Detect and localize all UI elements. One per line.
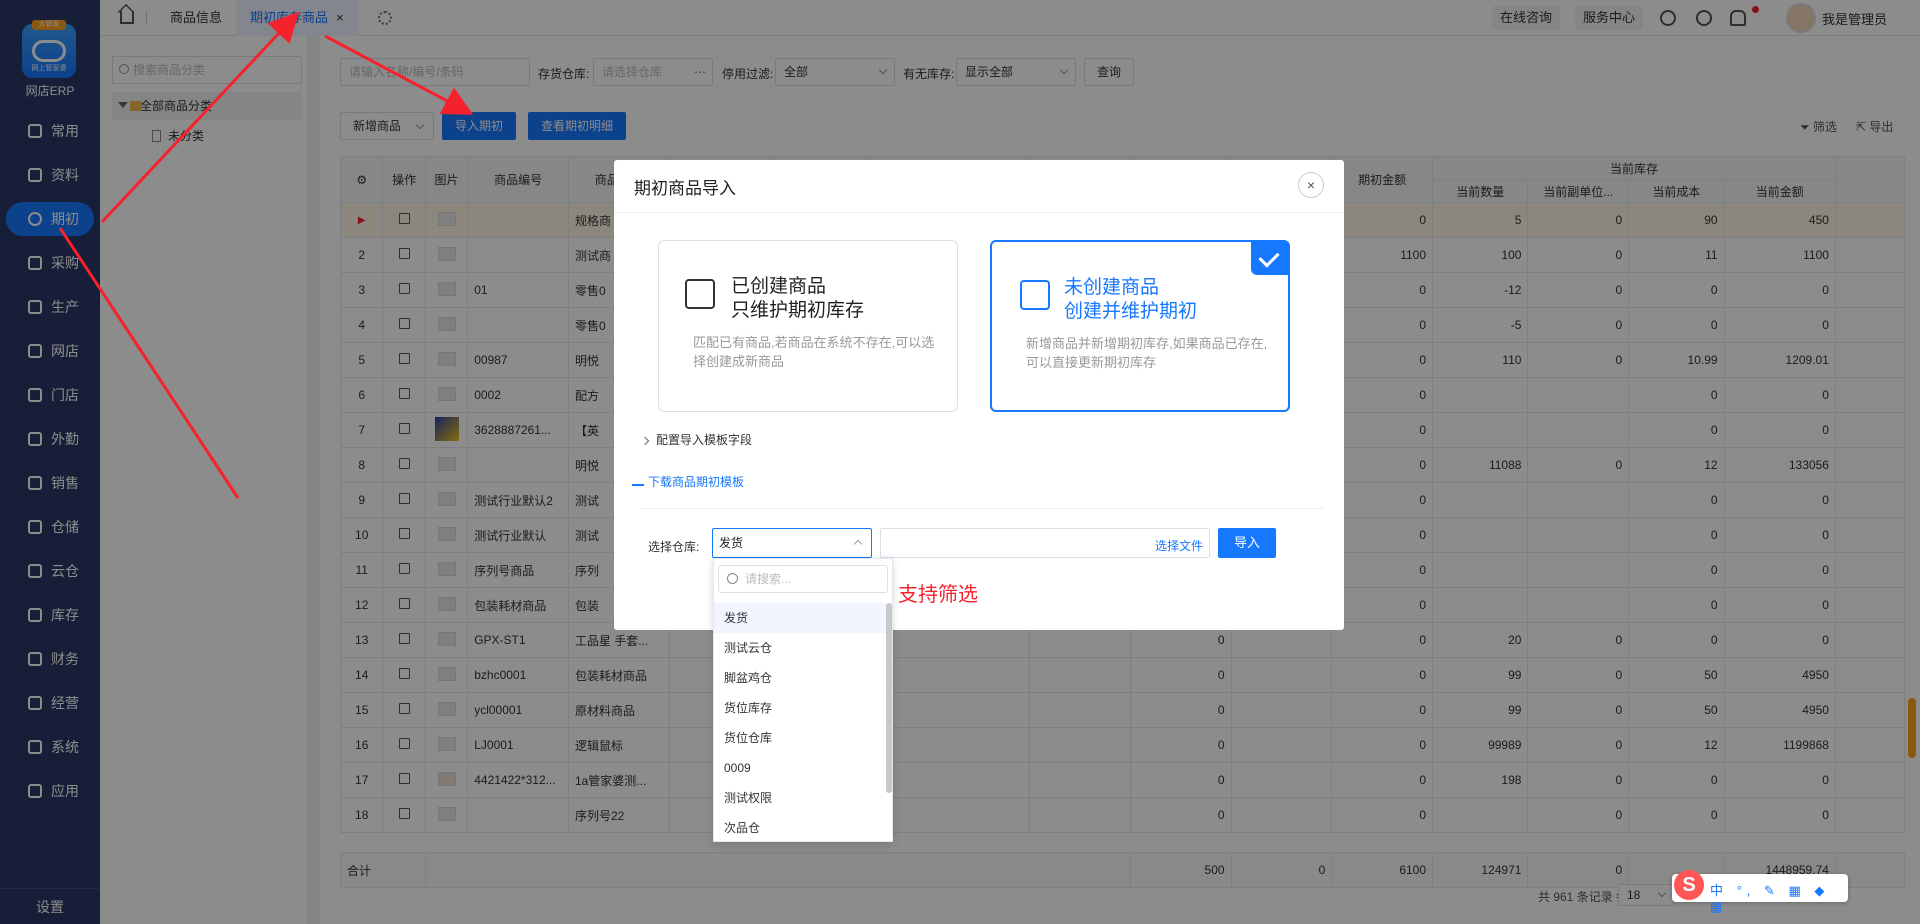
card-title: 未创建商品 xyxy=(1064,277,1160,298)
warehouse-dropdown: 请搜索... 发货 测试云仓 脚盆鸡仓 货位库存 货位仓库 0009 测试权限 次品仓 xyxy=(713,558,893,842)
close-icon[interactable]: × xyxy=(1298,172,1324,198)
bag-wrench-icon xyxy=(685,279,715,309)
ime-status: 中 °, ✎ ▦ ◆ ▦ xyxy=(1710,883,1830,914)
annotation-text: 支持筛选 xyxy=(898,584,978,606)
dropdown-option[interactable]: 次品仓 xyxy=(714,813,886,843)
dropdown-scrollbar[interactable] xyxy=(886,603,892,793)
card-subtitle: 只维护期初库存 xyxy=(731,300,865,321)
sogou-icon[interactable]: S xyxy=(1674,870,1704,900)
select-value: 发货 xyxy=(719,536,744,550)
card-subtitle: 创建并维护期初 xyxy=(1064,301,1198,322)
placeholder: 请搜索... xyxy=(745,572,792,586)
dropdown-option[interactable]: 脚盆鸡仓 xyxy=(714,663,886,693)
link-label: 下载商品期初模板 xyxy=(648,475,745,489)
choose-file-button[interactable]: 选择文件 xyxy=(1155,537,1203,554)
dropdown-option[interactable]: 货位仓库 xyxy=(714,723,886,753)
option-card-new-goods[interactable]: 未创建商品 创建并维护期初 新增商品并新增期初库存,如果商品已存在,可以直接更新… xyxy=(990,240,1290,412)
warehouse-select[interactable]: 发货 xyxy=(712,528,872,558)
chevron-right-icon xyxy=(640,436,650,446)
dropdown-option[interactable]: 测试云仓 xyxy=(714,633,886,663)
config-template-fields-toggle[interactable]: 配置导入模板字段 xyxy=(640,431,753,448)
warehouse-label: 选择仓库: xyxy=(648,540,700,554)
chevron-up-icon xyxy=(853,539,863,549)
search-icon xyxy=(727,573,738,584)
dialog-title: 期初商品导入 xyxy=(634,179,736,198)
dropdown-option[interactable]: 测试权限 xyxy=(714,783,886,813)
bag-plus-icon xyxy=(1020,280,1050,310)
option-card-existing-goods[interactable]: 已创建商品 只维护期初库存 匹配已有商品,若商品在系统不存在,可以选择创建成新商… xyxy=(658,240,958,412)
divider xyxy=(642,508,1324,509)
file-path-input[interactable]: 选择文件 xyxy=(880,528,1210,558)
ime-toolbar[interactable]: S 中 °, ✎ ▦ ◆ ▦ xyxy=(1672,870,1848,914)
card-description: 新增商品并新增期初库存,如果商品已存在,可以直接更新期初库存 xyxy=(1026,336,1268,370)
download-icon xyxy=(632,474,644,486)
card-description: 匹配已有商品,若商品在系统不存在,可以选择创建成新商品 xyxy=(693,335,935,369)
toggle-label: 配置导入模板字段 xyxy=(656,433,753,447)
checkmark-icon xyxy=(1251,241,1289,275)
dropdown-option[interactable]: 发货 xyxy=(714,603,886,633)
download-template-link[interactable]: 下载商品期初模板 xyxy=(632,473,745,490)
dropdown-search-input[interactable]: 请搜索... xyxy=(718,565,888,593)
card-title: 已创建商品 xyxy=(731,276,827,297)
import-button[interactable]: 导入 xyxy=(1218,528,1276,558)
dropdown-option[interactable]: 货位库存 xyxy=(714,693,886,723)
dropdown-option[interactable]: 0009 xyxy=(714,753,886,783)
divider xyxy=(614,212,1344,213)
